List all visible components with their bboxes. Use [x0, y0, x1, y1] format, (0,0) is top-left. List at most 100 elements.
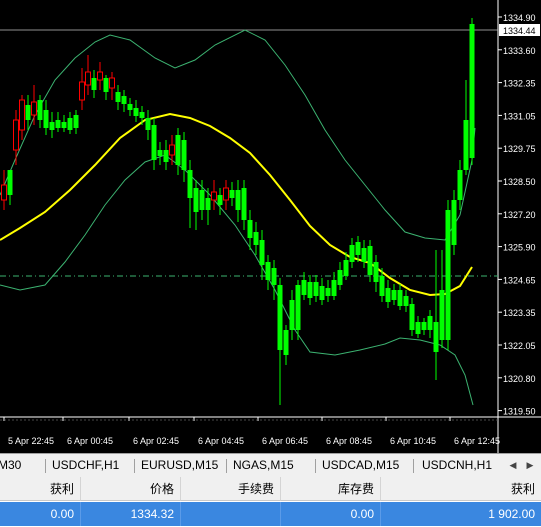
cell-price[interactable]: 1334.32 [81, 502, 181, 526]
candle-body-bearish [37, 100, 43, 120]
chart-canvas[interactable]: 1334.90 1333.60 1332.35 1331.05 1329.75 1328.… [0, 0, 541, 453]
candle-body-bearish [289, 300, 295, 330]
candle-body-bearish [379, 276, 385, 296]
candle-body-bearish [181, 140, 187, 170]
candle-body-bullish [211, 191, 217, 201]
current-price-label: 1334.44 [503, 26, 536, 36]
candle-body-bearish [253, 232, 259, 245]
candle-body-bearish [415, 322, 421, 334]
tab-separator [45, 459, 46, 473]
tab-separator [226, 459, 227, 473]
candle-body-bearish [127, 104, 133, 110]
time-label: 6 Apr 04:45 [198, 436, 244, 446]
candle-body-bearish [403, 296, 409, 306]
candle-body-bearish [55, 120, 61, 128]
candle-body-bearish [115, 92, 121, 102]
tab-separator [315, 459, 316, 473]
candle-body-bearish [463, 120, 469, 170]
price-chart[interactable]: 1334.90 1333.60 1332.35 1331.05 1329.75 1328.… [0, 0, 541, 453]
price-label: 1327.20 [503, 210, 536, 220]
tab-scroll-left-icon[interactable]: ◀ [505, 457, 521, 473]
time-label: 6 Apr 00:45 [67, 436, 113, 446]
header-commission[interactable]: 手续费 [181, 477, 281, 501]
candle-body-bearish [241, 188, 247, 220]
candle-body-bearish [193, 188, 199, 212]
tab-usdchf-h1[interactable]: USDCHF,H1 [52, 458, 119, 472]
candle-body-bearish [139, 112, 145, 118]
price-label: 1325.90 [503, 243, 536, 253]
candle-body-bearish [145, 118, 151, 130]
time-label: 6 Apr 08:45 [326, 436, 372, 446]
candle-body-bearish [277, 285, 283, 350]
candle-body-bearish [427, 316, 433, 330]
candle-body-bearish [301, 280, 307, 295]
candle-body-bearish [259, 240, 265, 265]
candle-body-bearish [439, 290, 445, 340]
time-label: 5 Apr 22:45 [8, 436, 54, 446]
candle-body-bearish [205, 198, 211, 210]
candle-body-bearish [349, 245, 355, 262]
candle-body-bearish [163, 150, 169, 162]
candle-body-bearish [49, 122, 55, 130]
candle-body-bearish [445, 210, 451, 340]
price-label: 1331.05 [503, 111, 536, 121]
candle-body-bearish [67, 118, 73, 130]
candle-body-bearish [121, 96, 127, 104]
header-profit-1[interactable]: 获利 [0, 477, 81, 501]
candle-body-bearish [331, 280, 337, 296]
cell-profit-2[interactable]: 1 902.00 [381, 502, 541, 526]
tab-separator [134, 459, 135, 473]
header-profit-2[interactable]: 获利 [381, 477, 541, 501]
candle-body-bearish [103, 78, 109, 92]
candle-body-bearish [313, 282, 319, 296]
candle-body-bearish [247, 220, 253, 238]
cell-commission[interactable] [181, 502, 281, 526]
candle-body-bearish [397, 290, 403, 306]
candle-body-bullish [1, 184, 7, 201]
candle-body-bearish [157, 150, 163, 156]
header-swap[interactable]: 库存费 [281, 477, 381, 501]
candle-body-bearish [355, 242, 361, 255]
time-label: 6 Apr 02:45 [133, 436, 179, 446]
candle-body-bearish [319, 286, 325, 300]
candle-body-bearish [61, 122, 67, 128]
candle-body-bearish [187, 170, 193, 198]
candle-body-bearish [385, 288, 391, 302]
cell-swap[interactable]: 0.00 [281, 502, 381, 526]
tab-ngas-m15[interactable]: NGAS,M15 [233, 458, 294, 472]
header-price[interactable]: 价格 [81, 477, 181, 501]
candle-body-bullish [109, 77, 115, 89]
candle-body-bearish [391, 290, 397, 300]
candle-body-bearish [199, 190, 205, 210]
price-label: 1334.90 [503, 13, 536, 23]
candle-body-bearish [271, 268, 277, 285]
candle-body-bearish [217, 195, 223, 205]
tab-usdcad-m15[interactable]: USDCAD,M15 [322, 458, 399, 472]
candle-body-bearish [43, 110, 49, 128]
time-label: 6 Apr 06:45 [262, 436, 308, 446]
candle-body-bearish [283, 330, 289, 355]
candle-body-bearish [73, 115, 79, 128]
tab-eurusd-m15[interactable]: EURUSD,M15 [141, 458, 218, 472]
tab-scroll-right-icon[interactable]: ▶ [522, 457, 538, 473]
candle-body-bearish [151, 125, 157, 160]
candle-body-bearish [421, 322, 427, 330]
price-label: 1323.35 [503, 308, 536, 318]
price-label: 1322.05 [503, 341, 536, 351]
candle-body-bullish [19, 99, 25, 131]
price-label: 1324.65 [503, 275, 536, 285]
candle-body-bearish [91, 78, 97, 90]
candle-body-bearish [469, 24, 475, 158]
cell-profit-1[interactable]: 0.00 [0, 502, 81, 526]
tab-m30[interactable]: M30 [0, 458, 21, 472]
tab-usdcnh-h1[interactable]: USDCNH,H1 [422, 458, 492, 472]
price-label: 1320.80 [503, 374, 536, 384]
candle-body-bearish [25, 105, 31, 120]
candle-body-bullish [223, 187, 229, 201]
candle-body-bearish [361, 248, 367, 262]
candle-body-bearish [343, 260, 349, 276]
price-label: 1328.50 [503, 177, 536, 187]
candle-body-bullish [13, 119, 19, 151]
candle-body-bearish [133, 108, 139, 116]
candle-body-bearish [175, 135, 181, 165]
